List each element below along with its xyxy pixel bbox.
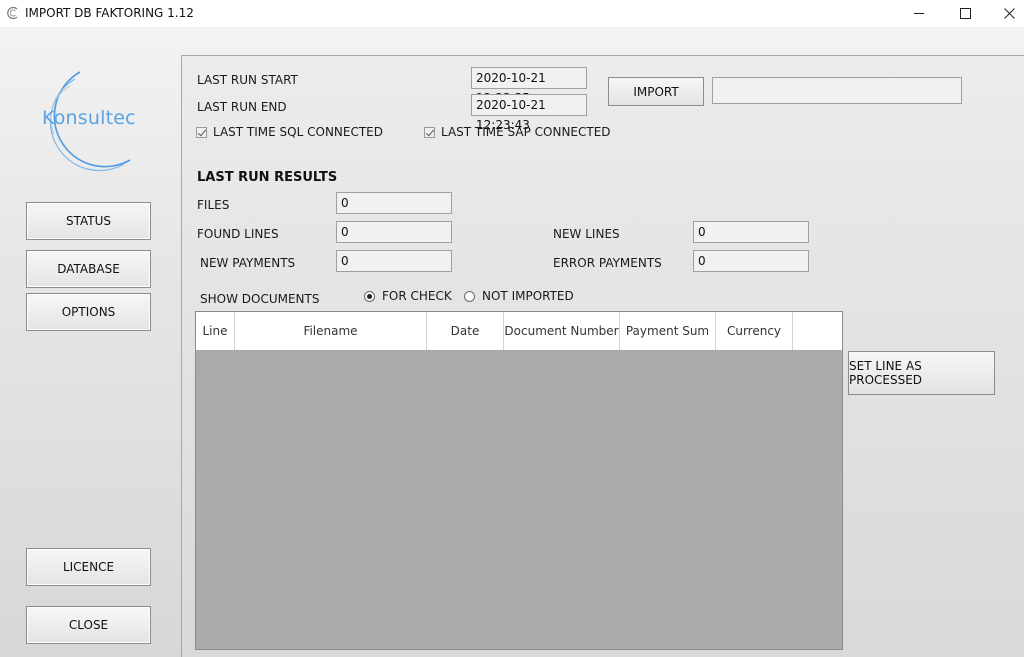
sql-connected-label: LAST TIME SQL CONNECTED [213, 125, 384, 139]
licence-button[interactable]: LICENCE [26, 548, 151, 586]
minimize-icon [914, 13, 924, 14]
window-title: IMPORT DB FAKTORING 1.12 [25, 6, 194, 20]
import-button[interactable]: IMPORT [608, 77, 704, 106]
column-header-filler [793, 312, 842, 350]
grid-header: Line Filename Date Document Number Payme… [196, 312, 842, 350]
set-line-processed-button[interactable]: SET LINE AS PROCESSED [848, 351, 995, 395]
app-icon [7, 6, 18, 20]
window-close-button[interactable] [986, 0, 1024, 27]
column-header-currency[interactable]: Currency [716, 312, 793, 350]
database-button[interactable]: DATABASE [26, 250, 151, 288]
close-icon [1003, 8, 1015, 19]
found-lines-field: 0 [336, 221, 452, 243]
minimize-button[interactable] [896, 0, 942, 27]
checkbox-checked-icon [196, 126, 207, 138]
column-header-filename[interactable]: Filename [235, 312, 427, 350]
radio-not-imported-label: NOT IMPORTED [482, 289, 574, 303]
error-payments-field: 0 [693, 250, 809, 272]
radio-selected-icon [364, 290, 375, 302]
new-lines-label: NEW LINES [553, 227, 620, 241]
new-payments-label: NEW PAYMENTS [200, 256, 296, 270]
maximize-button[interactable] [942, 0, 988, 27]
sql-connected-checkbox[interactable]: LAST TIME SQL CONNECTED [196, 125, 383, 139]
last-run-start-label: LAST RUN START [197, 73, 298, 87]
files-field: 0 [336, 192, 452, 214]
new-lines-field: 0 [693, 221, 809, 243]
logo-text: Konsultec [42, 107, 136, 129]
radio-not-imported[interactable]: NOT IMPORTED [464, 289, 574, 303]
title-bar: IMPORT DB FAKTORING 1.12 [0, 0, 1024, 27]
new-payments-field: 0 [336, 250, 452, 272]
close-button[interactable]: CLOSE [26, 606, 151, 644]
maximize-icon [959, 8, 971, 19]
column-header-payment-sum[interactable]: Payment Sum [620, 312, 716, 350]
options-button[interactable]: OPTIONS [26, 293, 151, 331]
column-header-line[interactable]: Line [196, 312, 235, 350]
documents-grid[interactable]: Line Filename Date Document Number Payme… [195, 311, 843, 650]
show-documents-label: SHOW DOCUMENTS [200, 292, 320, 306]
checkbox-checked-icon [424, 126, 435, 138]
radio-for-check[interactable]: FOR CHECK [364, 289, 452, 303]
radio-unselected-icon [464, 290, 475, 302]
last-run-end-label: LAST RUN END [197, 100, 287, 114]
column-header-date[interactable]: Date [427, 312, 504, 350]
radio-for-check-label: FOR CHECK [382, 289, 452, 303]
import-path-field[interactable] [712, 77, 962, 104]
status-button[interactable]: STATUS [26, 202, 151, 240]
error-payments-label: ERROR PAYMENTS [553, 256, 662, 270]
files-label: FILES [197, 198, 230, 212]
sap-connected-label: LAST TIME SAP CONNECTED [441, 125, 611, 139]
last-run-results-title: LAST RUN RESULTS [197, 170, 338, 185]
column-header-document-number[interactable]: Document Number [504, 312, 620, 350]
last-run-end-field: 2020-10-21 12:23:43 [471, 94, 587, 132]
last-run-start-field: 2020-10-21 12:23:35 [471, 67, 587, 105]
found-lines-label: FOUND LINES [197, 227, 279, 241]
sap-connected-checkbox[interactable]: LAST TIME SAP CONNECTED [424, 125, 611, 139]
